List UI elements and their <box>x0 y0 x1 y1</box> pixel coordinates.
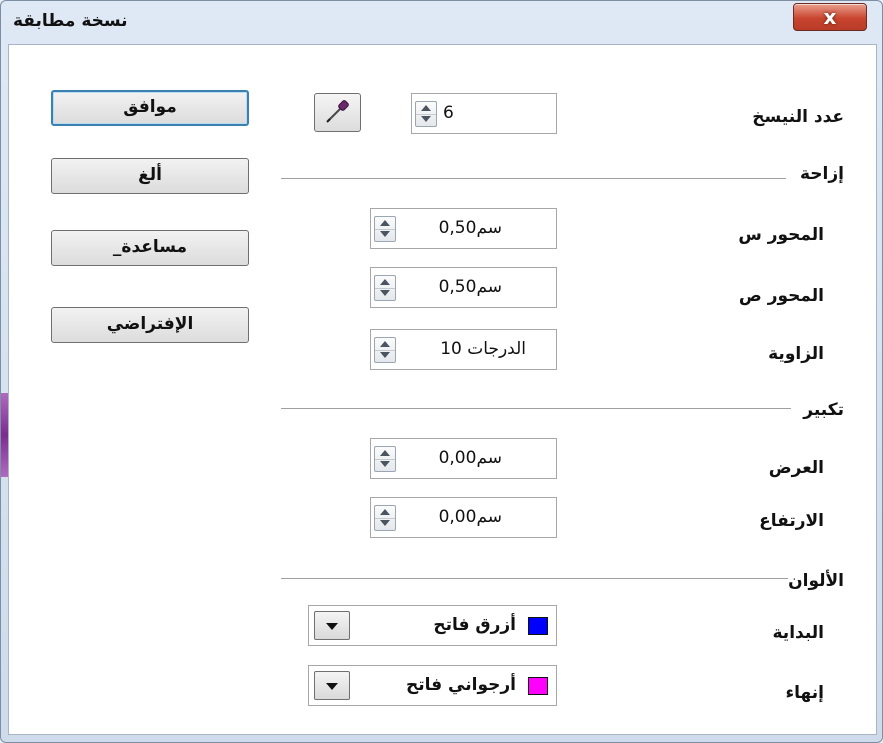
default-button[interactable]: الإفتراضي <box>51 307 249 343</box>
help-button[interactable]: _مساعدة <box>51 230 249 266</box>
angle-field[interactable]: الدرجات 10 <box>370 329 557 370</box>
placement-separator <box>281 178 786 179</box>
start-color-select[interactable]: أزرق فاتح <box>308 605 557 646</box>
dialog-window: نسخة مطابقة x موافق ألغ _مساعدة الإفتراض… <box>0 0 883 743</box>
angle-spinner[interactable] <box>374 337 396 363</box>
enlargement-separator <box>281 408 791 409</box>
x-axis-field[interactable]: 0,50سم <box>370 208 557 249</box>
y-axis-spinner[interactable] <box>374 275 396 301</box>
chevron-down-icon <box>326 683 338 690</box>
height-spinner[interactable] <box>374 505 396 531</box>
width-spinner[interactable] <box>374 446 396 472</box>
width-label: العرض <box>768 458 824 478</box>
end-color-value: أرجواني فاتح <box>405 675 516 695</box>
colors-heading: الألوان <box>788 571 844 591</box>
height-field[interactable]: 0,00سم <box>370 497 557 538</box>
title-bar: نسخة مطابقة x <box>1 1 882 37</box>
x-axis-label: المحور س <box>738 225 824 245</box>
start-color-value: أزرق فاتح <box>433 615 516 635</box>
close-icon: x <box>823 5 837 29</box>
eyedropper-icon <box>326 100 349 123</box>
width-field[interactable]: 0,00سم <box>370 438 557 479</box>
y-axis-label: المحور ص <box>738 286 824 306</box>
end-color-dropdown-button[interactable] <box>314 671 350 700</box>
ok-button[interactable]: موافق <box>51 90 249 126</box>
end-color-select[interactable]: أرجواني فاتح <box>308 665 557 706</box>
start-color-dropdown-button[interactable] <box>314 611 350 640</box>
end-color-swatch <box>528 677 548 695</box>
copies-value: 6 <box>443 103 454 123</box>
close-button[interactable]: x <box>793 3 867 31</box>
colors-separator <box>281 578 788 579</box>
window-title: نسخة مطابقة <box>13 11 128 31</box>
height-value: 0,00سم <box>438 507 502 527</box>
chevron-down-icon <box>326 623 338 630</box>
angle-value: الدرجات 10 <box>440 339 526 359</box>
pick-object-button[interactable] <box>314 93 361 132</box>
x-axis-spinner[interactable] <box>374 216 396 242</box>
copies-field[interactable]: 6 <box>411 93 557 134</box>
start-color-swatch <box>528 617 548 635</box>
enlargement-heading: تكبير <box>803 400 844 420</box>
placement-heading: إزاحة <box>799 164 844 184</box>
copies-spinner[interactable] <box>415 101 437 127</box>
copies-label: عدد النيسخ <box>752 107 844 127</box>
y-axis-value: 0,50سم <box>438 277 502 297</box>
start-color-label: البداية <box>772 623 825 643</box>
height-label: الارتفاع <box>759 511 824 531</box>
width-value: 0,00سم <box>438 448 502 468</box>
y-axis-field[interactable]: 0,50سم <box>370 267 557 308</box>
x-axis-value: 0,50سم <box>438 218 502 238</box>
angle-label: الزاوية <box>768 344 824 364</box>
end-color-label: إنهاء <box>785 683 824 703</box>
cancel-button[interactable]: ألغ <box>51 158 249 194</box>
window-edge-accent <box>1 393 8 477</box>
